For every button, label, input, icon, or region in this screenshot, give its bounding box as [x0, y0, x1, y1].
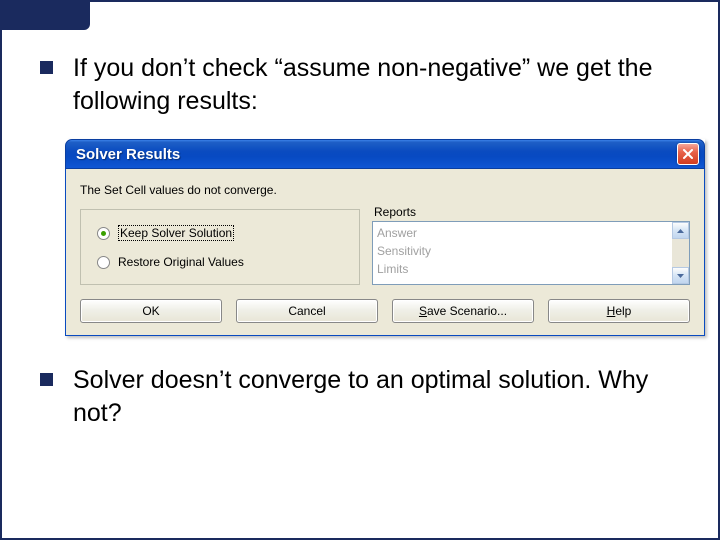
- radio-restore-label: Restore Original Values: [118, 255, 244, 269]
- cancel-label: Cancel: [288, 304, 325, 318]
- bullet-text-1: If you don’t check “assume non-negative”…: [73, 52, 680, 117]
- reports-listbox[interactable]: Answer Sensitivity Limits: [372, 221, 690, 285]
- bullet-square-icon: [40, 61, 53, 74]
- close-button[interactable]: [677, 143, 699, 165]
- chevron-up-icon: [677, 229, 684, 233]
- bullet-text-2: Solver doesn’t converge to an optimal so…: [73, 364, 680, 429]
- help-label: Help: [607, 304, 632, 318]
- radio-keep-solution[interactable]: Keep Solver Solution: [97, 225, 343, 241]
- report-item-sensitivity: Sensitivity: [377, 242, 668, 260]
- reports-items: Answer Sensitivity Limits: [373, 222, 672, 284]
- solver-results-dialog: Solver Results The Set Cell values do no…: [65, 139, 705, 336]
- radio-button-icon: [97, 256, 110, 269]
- slide-tab-corner: [0, 0, 90, 30]
- close-icon: [683, 149, 693, 159]
- radio-group: Keep Solver Solution Restore Original Va…: [80, 209, 360, 285]
- dialog-message: The Set Cell values do not converge.: [80, 183, 690, 197]
- radio-restore-values[interactable]: Restore Original Values: [97, 255, 343, 269]
- cancel-button[interactable]: Cancel: [236, 299, 378, 323]
- scrollbar[interactable]: [672, 222, 689, 284]
- dialog-button-row: OK Cancel Save Scenario... Help: [80, 299, 690, 323]
- radio-button-icon: [97, 227, 110, 240]
- bullet-square-icon: [40, 373, 53, 386]
- radio-selected-dot-icon: [101, 231, 106, 236]
- report-item-limits: Limits: [377, 260, 668, 278]
- ok-button[interactable]: OK: [80, 299, 222, 323]
- reports-label: Reports: [374, 205, 690, 219]
- chevron-down-icon: [677, 274, 684, 278]
- dialog-title: Solver Results: [76, 146, 677, 163]
- bullet-item-1: If you don’t check “assume non-negative”…: [40, 52, 680, 117]
- scroll-down-button[interactable]: [672, 267, 689, 284]
- dialog-body: The Set Cell values do not converge. Kee…: [65, 169, 705, 336]
- dialog-titlebar[interactable]: Solver Results: [65, 139, 705, 169]
- report-item-answer: Answer: [377, 224, 668, 242]
- help-button[interactable]: Help: [548, 299, 690, 323]
- ok-label: OK: [142, 304, 159, 318]
- slide-content: If you don’t check “assume non-negative”…: [2, 2, 718, 471]
- radio-keep-label: Keep Solver Solution: [118, 225, 234, 241]
- reports-section: Reports Answer Sensitivity Limits: [372, 205, 690, 285]
- save-scenario-button[interactable]: Save Scenario...: [392, 299, 534, 323]
- bullet-item-2: Solver doesn’t converge to an optimal so…: [40, 364, 680, 429]
- scroll-up-button[interactable]: [672, 222, 689, 239]
- save-scenario-label: Save Scenario...: [419, 304, 507, 318]
